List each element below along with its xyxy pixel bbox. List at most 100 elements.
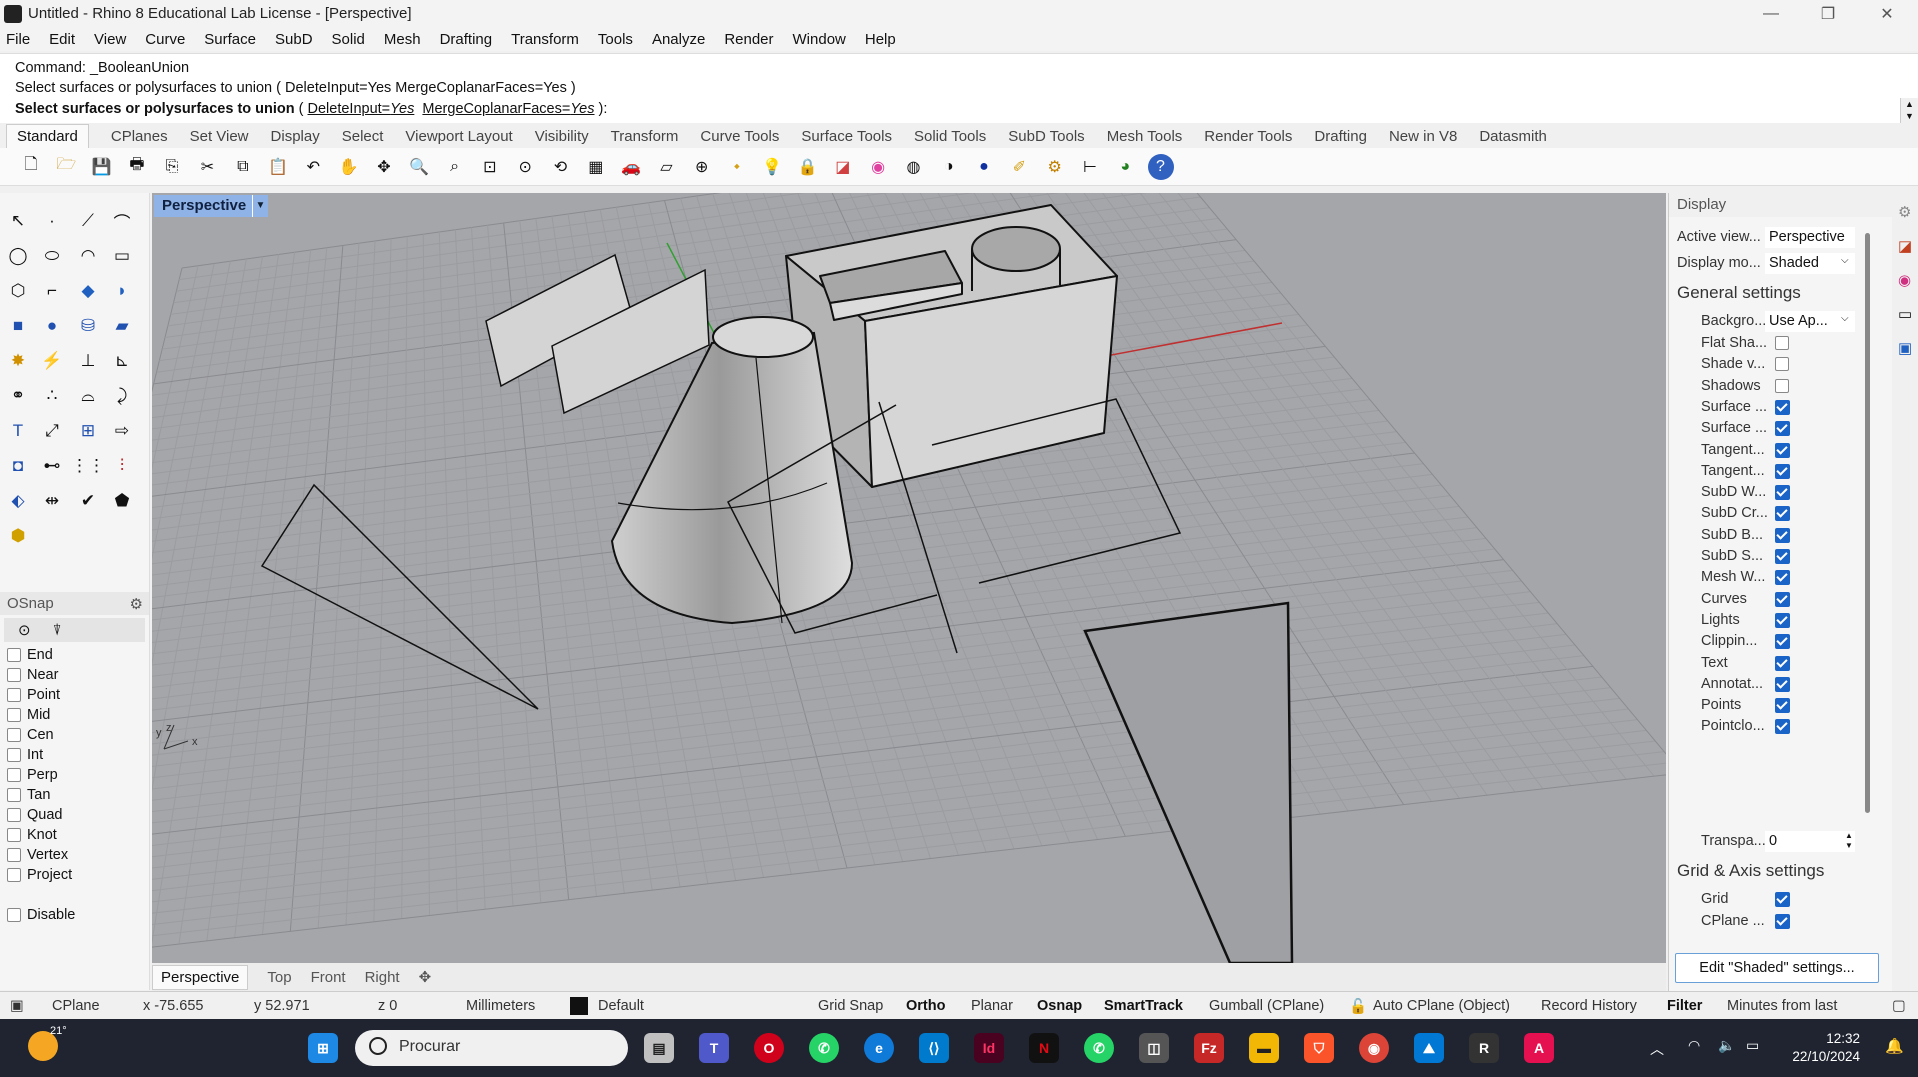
taskbar-clock[interactable]: 12:32 22/10/2024 [1792, 1030, 1860, 1066]
display-flag-row[interactable]: SubD B... [1669, 525, 1869, 546]
text-icon[interactable]: T [4, 417, 32, 445]
analyze-icon[interactable]: ⬢ [4, 522, 32, 550]
display-flag-row[interactable]: Pointclo... [1669, 716, 1869, 737]
tab-display[interactable]: Display [271, 128, 320, 148]
transparency-input[interactable]: 0 [1765, 831, 1855, 852]
osnap-target-icon[interactable]: ⊙ [18, 621, 31, 639]
tab-surface-tools[interactable]: Surface Tools [801, 128, 892, 148]
display-flag-checkbox[interactable] [1775, 549, 1790, 564]
display-flag-checkbox[interactable] [1775, 399, 1790, 415]
surface-icon[interactable]: ◆ [74, 277, 102, 305]
menu-transform[interactable]: Transform [511, 31, 579, 48]
display-flag-checkbox[interactable] [1775, 719, 1790, 735]
menu-drafting[interactable]: Drafting [440, 31, 493, 48]
polyline-icon[interactable]: ⟋ [74, 207, 102, 235]
chevron-down-icon[interactable]: ⌵ [1841, 313, 1849, 324]
chrome-icon[interactable]: ◉ [1359, 1033, 1389, 1063]
osnap-settings-gear-icon[interactable]: ⚙ [130, 595, 143, 613]
solid-tools-icon[interactable]: ◘ [4, 452, 32, 480]
zoom-extents-icon[interactable]: ⊡ [477, 154, 503, 180]
tab-subd-tools[interactable]: SubD Tools [1008, 128, 1084, 148]
restore-icon[interactable]: ❐ [1805, 0, 1851, 27]
menu-subd[interactable]: SubD [275, 31, 313, 48]
undo-icon[interactable]: ↶ [300, 154, 326, 180]
wifi-icon[interactable]: ◠ [1688, 1037, 1700, 1054]
close-icon[interactable]: ✕ [1864, 0, 1910, 27]
vtab-front[interactable]: Front [311, 969, 346, 986]
command-scroll[interactable]: ▲ ▼ [1900, 98, 1918, 123]
display-flag-checkbox[interactable] [1775, 378, 1789, 393]
zoom-icon[interactable]: 🔍 [406, 154, 432, 180]
rotate-view-icon[interactable]: ✥ [371, 154, 397, 180]
menu-file[interactable]: File [6, 31, 30, 48]
rhino-taskbar-icon[interactable]: R [1469, 1033, 1499, 1063]
taskbar-search[interactable]: Procurar [355, 1030, 628, 1066]
split-icon[interactable]: ⤸ [108, 382, 136, 410]
curve-icon[interactable]: ⌒ [108, 207, 136, 235]
wireframe-sphere-icon[interactable]: ◍ [900, 154, 926, 180]
edge-icon[interactable]: e [864, 1033, 894, 1063]
osnap-near[interactable]: Near [0, 665, 149, 685]
active-view-value[interactable]: Perspective [1765, 227, 1855, 248]
chevron-down-icon[interactable]: ⌵ [1841, 255, 1849, 266]
tab-drafting[interactable]: Drafting [1314, 128, 1367, 148]
display-flag-checkbox[interactable] [1775, 591, 1790, 607]
display-flag-row[interactable]: Tangent... [1669, 440, 1869, 461]
display-flag-row[interactable]: Points [1669, 695, 1869, 716]
whatsapp-icon[interactable]: ✆ [809, 1033, 839, 1063]
array-icon[interactable]: ⊞ [74, 417, 102, 445]
align-icon[interactable]: ⫶ [108, 452, 136, 480]
whatsapp-2-icon[interactable]: ✆ [1084, 1033, 1114, 1063]
menu-solid[interactable]: Solid [332, 31, 365, 48]
status-ortho[interactable]: Ortho [906, 998, 945, 1014]
add-viewport-icon[interactable]: ✥ [419, 968, 432, 986]
help-icon[interactable]: ? [1147, 153, 1174, 180]
viewport-title[interactable]: Perspective [154, 195, 255, 217]
select-arrow-icon[interactable]: ↖ [4, 207, 32, 235]
tab-mesh-tools[interactable]: Mesh Tools [1107, 128, 1183, 148]
cplane-row[interactable]: CPlane ... [1669, 911, 1869, 932]
minimize-icon[interactable]: — [1748, 0, 1794, 27]
menu-help[interactable]: Help [865, 31, 896, 48]
grasshopper-icon[interactable]: ◕ [1112, 154, 1138, 180]
light-bulb-icon[interactable]: 💡 [759, 154, 785, 180]
zoom-window-icon[interactable]: ⌕ [442, 154, 468, 180]
status-planar[interactable]: Planar [971, 998, 1013, 1014]
brave-icon[interactable]: ⛉ [1304, 1033, 1334, 1063]
move-icon[interactable]: ⇨ [108, 417, 136, 445]
osnap-vertex[interactable]: Vertex [0, 845, 149, 865]
menu-analyze[interactable]: Analyze [652, 31, 705, 48]
osnap-toggle-icon[interactable]: ⊕ [689, 154, 715, 180]
menu-window[interactable]: Window [793, 31, 846, 48]
osnap-int[interactable]: Int [0, 745, 149, 765]
menu-edit[interactable]: Edit [49, 31, 75, 48]
command-prompt[interactable]: Select surfaces or polysurfaces to union… [15, 101, 607, 117]
display-flag-row[interactable]: Curves [1669, 589, 1869, 610]
menu-view[interactable]: View [94, 31, 126, 48]
open-file-icon[interactable]: 🗁 [53, 154, 79, 180]
menu-mesh[interactable]: Mesh [384, 31, 421, 48]
tab-solid-tools[interactable]: Solid Tools [914, 128, 986, 148]
osnap-perp[interactable]: Perp [0, 765, 149, 785]
status-cplane[interactable]: CPlane [52, 998, 100, 1014]
display-flag-row[interactable]: SubD S... [1669, 546, 1869, 567]
display-flag-checkbox[interactable] [1775, 634, 1790, 650]
mesh-icon[interactable]: ▰ [108, 312, 136, 340]
viewport-menu-chevron-down-icon[interactable]: ▼ [252, 195, 268, 217]
transparency-stepper[interactable]: ▲ ▼ [1845, 831, 1853, 851]
cylinder-icon[interactable]: ⛁ [74, 312, 102, 340]
tab-set-view[interactable]: Set View [190, 128, 249, 148]
osnap-tan[interactable]: Tan [0, 785, 149, 805]
status-units[interactable]: Millimeters [466, 998, 535, 1014]
sphere-icon[interactable]: ● [38, 312, 66, 340]
weather-icon[interactable]: 21° [28, 1025, 67, 1061]
tab-transform[interactable]: Transform [611, 128, 679, 148]
tab-viewport-layout[interactable]: Viewport Layout [405, 128, 512, 148]
indesign-icon[interactable]: Id [974, 1033, 1004, 1063]
tab-select[interactable]: Select [342, 128, 384, 148]
vtab-top[interactable]: Top [267, 969, 291, 986]
lock-icon[interactable]: 🔒 [795, 154, 821, 180]
menu-curve[interactable]: Curve [145, 31, 185, 48]
display-flag-checkbox[interactable] [1775, 698, 1790, 714]
display-flag-checkbox[interactable] [1775, 421, 1790, 437]
